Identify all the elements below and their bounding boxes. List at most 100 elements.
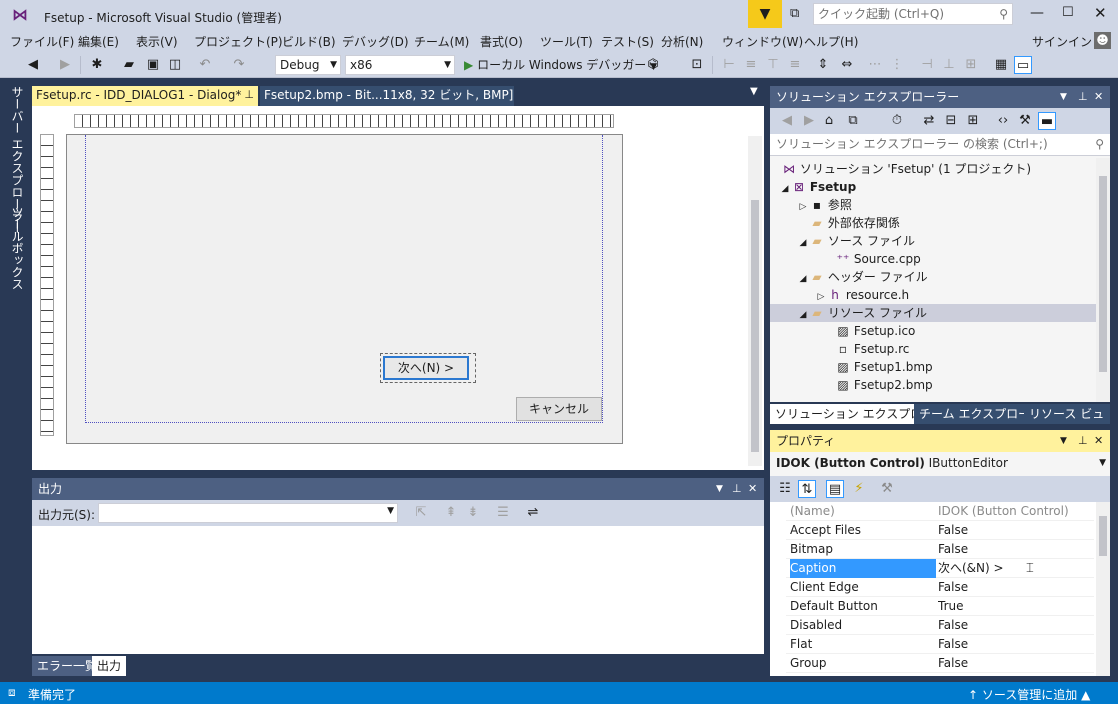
- make-same-width-icon[interactable]: ⊣: [918, 56, 936, 74]
- center-horizontal-icon[interactable]: ⇔: [838, 56, 856, 74]
- go-to-message-icon[interactable]: ⇱: [412, 504, 430, 522]
- editor-vertical-scrollbar[interactable]: [748, 136, 762, 466]
- solution-search-input[interactable]: ソリューション エクスプローラー の検索 (Ctrl+;) ⚲: [770, 134, 1110, 156]
- properties-wrench-icon[interactable]: ⚒: [1016, 112, 1034, 130]
- tree-item-project[interactable]: ◢ ⊠ Fsetup: [770, 178, 1096, 196]
- tree-item-resource-h[interactable]: ▷ h resource.h: [770, 286, 1096, 304]
- toolbox-tab[interactable]: ツールボックス: [9, 206, 26, 290]
- property-pages-wrench-icon[interactable]: ⚒: [878, 480, 896, 498]
- cancel-button[interactable]: キャンセル: [516, 397, 602, 421]
- account-avatar[interactable]: ☻: [1094, 32, 1111, 49]
- next-message-icon[interactable]: ⇟: [464, 504, 482, 522]
- property-row-client-edge[interactable]: Client Edge False: [786, 578, 1094, 597]
- close-icon[interactable]: ✕: [748, 478, 757, 500]
- align-center-icon[interactable]: ≡: [742, 56, 760, 74]
- property-value[interactable]: False: [938, 578, 1088, 597]
- solution-config-select[interactable]: Debug ▼: [275, 55, 341, 75]
- feedback-icon[interactable]: ⧉: [790, 6, 799, 21]
- solution-tree-scrollbar[interactable]: [1096, 158, 1110, 402]
- menu-project[interactable]: プロジェクト(P): [194, 33, 283, 50]
- tree-item-source-files[interactable]: ◢ ▰ ソース ファイル: [770, 232, 1096, 250]
- menu-window[interactable]: ウィンドウ(W): [722, 33, 803, 50]
- tree-item-fsetup-rc[interactable]: ▫ Fsetup.rc: [770, 340, 1096, 358]
- preview-icon[interactable]: ▬: [1038, 112, 1056, 130]
- save-icon[interactable]: ▣: [144, 56, 162, 74]
- menu-file[interactable]: ファイル(F): [10, 33, 74, 50]
- menu-test[interactable]: テスト(S): [601, 33, 654, 50]
- tab-resource-view[interactable]: リソース ビュー: [1024, 404, 1110, 441]
- space-down-icon[interactable]: ⋮: [888, 56, 906, 74]
- property-value[interactable]: False: [938, 616, 1088, 635]
- start-debugger-button[interactable]: ▶ ローカル Windows デバッガー ▼: [464, 56, 657, 74]
- sync-icon[interactable]: ⇄: [920, 112, 938, 130]
- object-selector[interactable]: IDOK (Button Control) IButtonEditor ▼: [770, 452, 1110, 474]
- close-button[interactable]: ✕: [1094, 4, 1107, 22]
- categorized-icon[interactable]: ☷: [776, 480, 794, 498]
- source-control-button[interactable]: ↑ ソース管理に追加 ▲: [968, 686, 1090, 703]
- tree-item-fsetup1-bmp[interactable]: ▨ Fsetup1.bmp: [770, 358, 1096, 376]
- property-row-disabled[interactable]: Disabled False: [786, 616, 1094, 635]
- back-icon[interactable]: ◀: [778, 112, 796, 130]
- home-icon[interactable]: ⌂: [820, 112, 838, 130]
- make-same-height-icon[interactable]: ⊥: [940, 56, 958, 74]
- collapse-all-icon[interactable]: ⊟: [942, 112, 960, 130]
- menu-view[interactable]: 表示(V): [136, 33, 178, 50]
- switch-views-icon[interactable]: ⧉: [844, 112, 862, 130]
- align-top-icon[interactable]: ⊤: [764, 56, 782, 74]
- property-value[interactable]: False: [938, 521, 1088, 540]
- pin-icon[interactable]: ⊥: [244, 86, 254, 104]
- view-code-icon[interactable]: ‹›: [994, 112, 1012, 130]
- dropdown-icon[interactable]: ▼: [1060, 430, 1067, 452]
- dropdown-icon[interactable]: ▼: [1060, 86, 1067, 108]
- menu-format[interactable]: 書式(O): [480, 33, 523, 50]
- property-row-flat[interactable]: Flat False: [786, 635, 1094, 654]
- property-row-caption[interactable]: Caption 次へ(&N) > ⌶: [786, 559, 1094, 578]
- pin-icon[interactable]: ⊥: [1078, 86, 1088, 108]
- property-row-accept-files[interactable]: Accept Files False: [786, 521, 1094, 540]
- undo-icon[interactable]: ↶: [196, 56, 214, 74]
- back-icon[interactable]: ◀: [24, 56, 42, 74]
- align-middle-icon[interactable]: ≡: [786, 56, 804, 74]
- property-value[interactable]: 次へ(&N) >: [938, 559, 1088, 578]
- tree-item-fsetup2-bmp[interactable]: ▨ Fsetup2.bmp: [770, 376, 1096, 394]
- tree-item-source-cpp[interactable]: ⁺⁺ Source.cpp: [770, 250, 1096, 268]
- property-row-default-button[interactable]: Default Button True: [786, 597, 1094, 616]
- forward-icon[interactable]: ▶: [56, 56, 74, 74]
- properties-view-icon[interactable]: ▤: [826, 480, 844, 498]
- word-wrap-icon[interactable]: ⇌: [524, 504, 542, 522]
- next-button[interactable]: 次へ(N) >: [383, 356, 469, 380]
- save-all-icon[interactable]: ◫: [166, 56, 184, 74]
- menu-tools[interactable]: ツール(T): [540, 33, 593, 50]
- tree-item-header-files[interactable]: ◢ ▰ ヘッダー ファイル: [770, 268, 1096, 286]
- show-all-files-icon[interactable]: ⊞: [964, 112, 982, 130]
- platform-select[interactable]: x86 ▼: [345, 55, 455, 75]
- close-icon[interactable]: ✕: [1094, 430, 1103, 452]
- open-folder-icon[interactable]: ▰: [120, 56, 138, 74]
- property-value[interactable]: True: [938, 597, 1088, 616]
- device-icon[interactable]: ⊡: [688, 56, 706, 74]
- property-value[interactable]: False: [938, 635, 1088, 654]
- pending-changes-icon[interactable]: ⏱: [888, 112, 906, 130]
- center-vertical-icon[interactable]: ⇕: [814, 56, 832, 74]
- grid-icon[interactable]: ▦: [992, 56, 1010, 74]
- property-row-group[interactable]: Group False: [786, 654, 1094, 673]
- quick-launch-input[interactable]: クイック起動 (Ctrl+Q) ⚲: [813, 3, 1013, 25]
- clear-all-icon[interactable]: ☰: [494, 504, 512, 522]
- tab-bitmap-editor[interactable]: Fsetup2.bmp - Bit...11x8, 32 ビット, BMP]: [260, 86, 514, 106]
- redo-icon[interactable]: ↷: [230, 56, 248, 74]
- minimize-button[interactable]: —: [1030, 5, 1044, 21]
- tree-item-fsetup-ico[interactable]: ▨ Fsetup.ico: [770, 322, 1096, 340]
- dropdown-icon[interactable]: ▼: [716, 478, 723, 500]
- events-lightning-icon[interactable]: ⚡: [850, 480, 868, 498]
- signin-link[interactable]: サインイン: [1032, 33, 1092, 50]
- align-left-icon[interactable]: ⊢: [720, 56, 738, 74]
- output-text-area[interactable]: [32, 526, 764, 654]
- pin-icon[interactable]: ⊥: [1078, 430, 1088, 452]
- menu-build[interactable]: ビルド(B): [282, 33, 336, 50]
- property-grid-scrollbar[interactable]: [1096, 502, 1110, 676]
- tree-item-external-deps[interactable]: ▰ 外部依存関係: [770, 214, 1096, 232]
- tree-item-solution[interactable]: ⋈ ソリューション 'Fsetup' (1 プロジェクト): [770, 160, 1096, 178]
- property-row-name[interactable]: (Name) IDOK (Button Control): [786, 502, 1094, 521]
- browser-link-icon[interactable]: ⌬: [644, 56, 662, 74]
- maximize-button[interactable]: ☐: [1062, 5, 1074, 20]
